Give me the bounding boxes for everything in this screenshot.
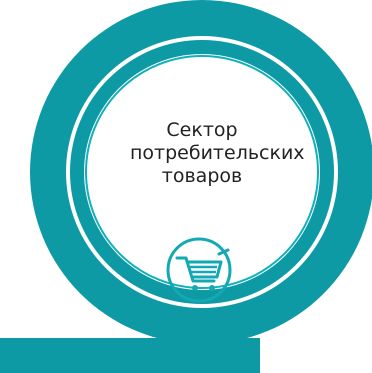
sector-label-line-1: Сектор	[166, 119, 238, 141]
sector-label-line-3: товаров	[161, 165, 243, 187]
sector-label: Сектор потребительских товаров	[130, 119, 305, 188]
sector-label-line-2: потребительских	[130, 142, 305, 164]
spiral-tail	[0, 338, 260, 373]
